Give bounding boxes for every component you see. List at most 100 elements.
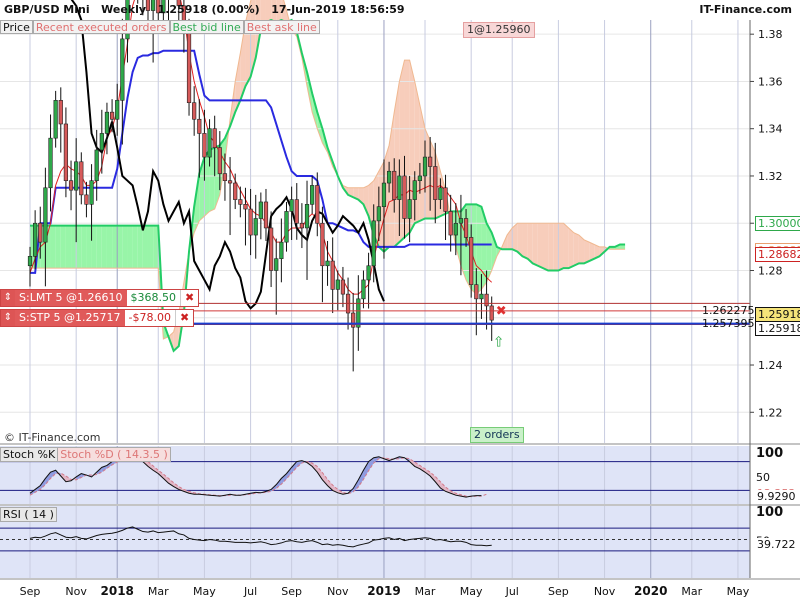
candle-body bbox=[381, 182, 387, 207]
price-tick-label: 1.28 bbox=[758, 264, 783, 277]
candle-body bbox=[79, 161, 84, 196]
x-tick-label: Mar bbox=[415, 585, 436, 598]
cloud-segment bbox=[147, 225, 154, 269]
candle-body bbox=[197, 118, 202, 134]
candle-body bbox=[227, 180, 233, 184]
price-tick-label: 1.24 bbox=[758, 359, 783, 372]
cloud-segment bbox=[127, 225, 133, 269]
cloud-segment bbox=[91, 225, 97, 269]
candle-body bbox=[104, 111, 110, 134]
candle-body bbox=[479, 293, 484, 300]
price-tick-label: 1.32 bbox=[758, 170, 783, 183]
orders-count-badge[interactable]: 2 orders bbox=[470, 427, 524, 443]
cloud-segment bbox=[112, 225, 118, 269]
cloud-segment bbox=[537, 223, 543, 269]
cloud-segment bbox=[117, 225, 123, 269]
cloud-segment bbox=[137, 225, 143, 269]
candle-body bbox=[58, 100, 63, 125]
order-limit[interactable]: ⇕ S:LMT 5 @1.26610 $368.50 ✖ bbox=[0, 289, 200, 307]
drag-handle-icon[interactable]: ⇕ bbox=[1, 290, 15, 306]
candle-body bbox=[294, 199, 299, 224]
x-tick-label: 2020 bbox=[634, 584, 667, 598]
toggle-price[interactable]: Price bbox=[0, 20, 33, 34]
candle-body bbox=[207, 128, 212, 158]
price-tag: 1.28682 bbox=[755, 247, 800, 263]
candle-body bbox=[33, 222, 38, 257]
rsi-panel-label[interactable]: RSI ( 14 ) bbox=[0, 507, 57, 522]
candle-body bbox=[192, 102, 197, 120]
candle-body bbox=[315, 185, 320, 224]
x-tick-label: Nov bbox=[65, 585, 87, 598]
candle-body bbox=[186, 31, 192, 104]
candle-body bbox=[38, 222, 43, 243]
candle-body bbox=[402, 175, 407, 219]
cloud-segment bbox=[204, 149, 210, 217]
toggle-best-ask-line[interactable]: Best ask line bbox=[243, 20, 320, 34]
candle-body bbox=[438, 187, 443, 200]
cloud-segment bbox=[558, 223, 564, 271]
x-tick-label: May bbox=[193, 585, 216, 598]
candle-body bbox=[68, 180, 74, 191]
candle-body bbox=[422, 156, 428, 177]
candle-body bbox=[63, 123, 69, 181]
x-tick-label: Sep bbox=[548, 585, 569, 598]
candle-body bbox=[386, 170, 392, 184]
cloud-segment bbox=[532, 223, 538, 266]
price-tag: 1.257395 bbox=[702, 316, 755, 330]
candle-body bbox=[474, 284, 479, 300]
candle-body bbox=[217, 147, 222, 174]
timeframe[interactable]: Weekly bbox=[101, 3, 146, 16]
candle-body bbox=[433, 166, 438, 200]
stoch-d-label[interactable]: Stoch %D ( 14.3.5 ) bbox=[58, 447, 171, 462]
candle-body bbox=[310, 185, 315, 205]
cloud-segment bbox=[584, 239, 590, 264]
candle-body bbox=[263, 201, 269, 229]
close-icon[interactable]: ✖ bbox=[180, 290, 198, 306]
instrument-info: GBP/USD Mini Weekly 1.25918 (0.00%) 17-J… bbox=[4, 3, 405, 16]
candle-body bbox=[289, 199, 294, 212]
stoch-k-label[interactable]: Stoch %K bbox=[0, 447, 59, 462]
drag-handle-icon[interactable]: ⇕ bbox=[1, 310, 15, 326]
cloud-segment bbox=[65, 225, 72, 269]
cloud-segment bbox=[50, 225, 56, 269]
toggle-recent-orders[interactable]: Recent executed orders bbox=[32, 20, 170, 34]
x-tick-label: May bbox=[460, 585, 483, 598]
candle-body bbox=[99, 133, 104, 151]
candle-body bbox=[233, 182, 238, 200]
candle-body bbox=[469, 237, 474, 285]
candle-body bbox=[330, 260, 335, 290]
price-tag: 1.25918 bbox=[755, 321, 800, 337]
close-icon[interactable]: ✖ bbox=[174, 310, 193, 326]
candle-body bbox=[453, 222, 458, 236]
cloud-segment bbox=[476, 204, 482, 295]
cloud-segment bbox=[101, 225, 107, 269]
price-tick-label: 1.34 bbox=[758, 123, 783, 136]
cloud-segment bbox=[132, 225, 138, 269]
order-stop[interactable]: ⇕ S:STP 5 @1.25717 -$78.00 ✖ bbox=[0, 309, 195, 327]
brand-name: IT-Finance.com bbox=[699, 3, 792, 16]
candle-body bbox=[84, 194, 89, 205]
candle-body bbox=[74, 161, 79, 191]
chart-header: GBP/USD Mini Weekly 1.25918 (0.00%) 17-J… bbox=[0, 0, 800, 20]
candle-body bbox=[53, 100, 58, 139]
x-tick-label: Sep bbox=[20, 585, 41, 598]
candle-body bbox=[269, 227, 274, 271]
stoch-panel-label: Stoch %K Stoch %D ( 14.3.5 ) bbox=[0, 447, 171, 462]
x-tick-label: Jul bbox=[243, 585, 257, 598]
toggle-bar: Price Recent executed orders Best bid li… bbox=[0, 20, 320, 34]
candle-body bbox=[304, 204, 310, 229]
candle-body bbox=[443, 187, 448, 212]
order-stop-pnl: -$78.00 bbox=[128, 311, 171, 324]
order-limit-label[interactable]: S:LMT 5 @1.26610 bbox=[15, 290, 127, 306]
candle-body bbox=[94, 149, 99, 181]
order-stop-label[interactable]: S:STP 5 @1.25717 bbox=[15, 310, 125, 326]
candle-body bbox=[448, 211, 453, 236]
x-tick-label: Mar bbox=[681, 585, 702, 598]
toggle-best-bid-line[interactable]: Best bid line bbox=[169, 20, 244, 34]
candle-body bbox=[371, 220, 376, 267]
candle-body bbox=[412, 180, 417, 200]
cancel-order-icon: ✖ bbox=[496, 304, 507, 319]
cloud-segment bbox=[81, 225, 87, 269]
cloud-segment bbox=[122, 225, 128, 269]
candle-body bbox=[489, 305, 494, 321]
